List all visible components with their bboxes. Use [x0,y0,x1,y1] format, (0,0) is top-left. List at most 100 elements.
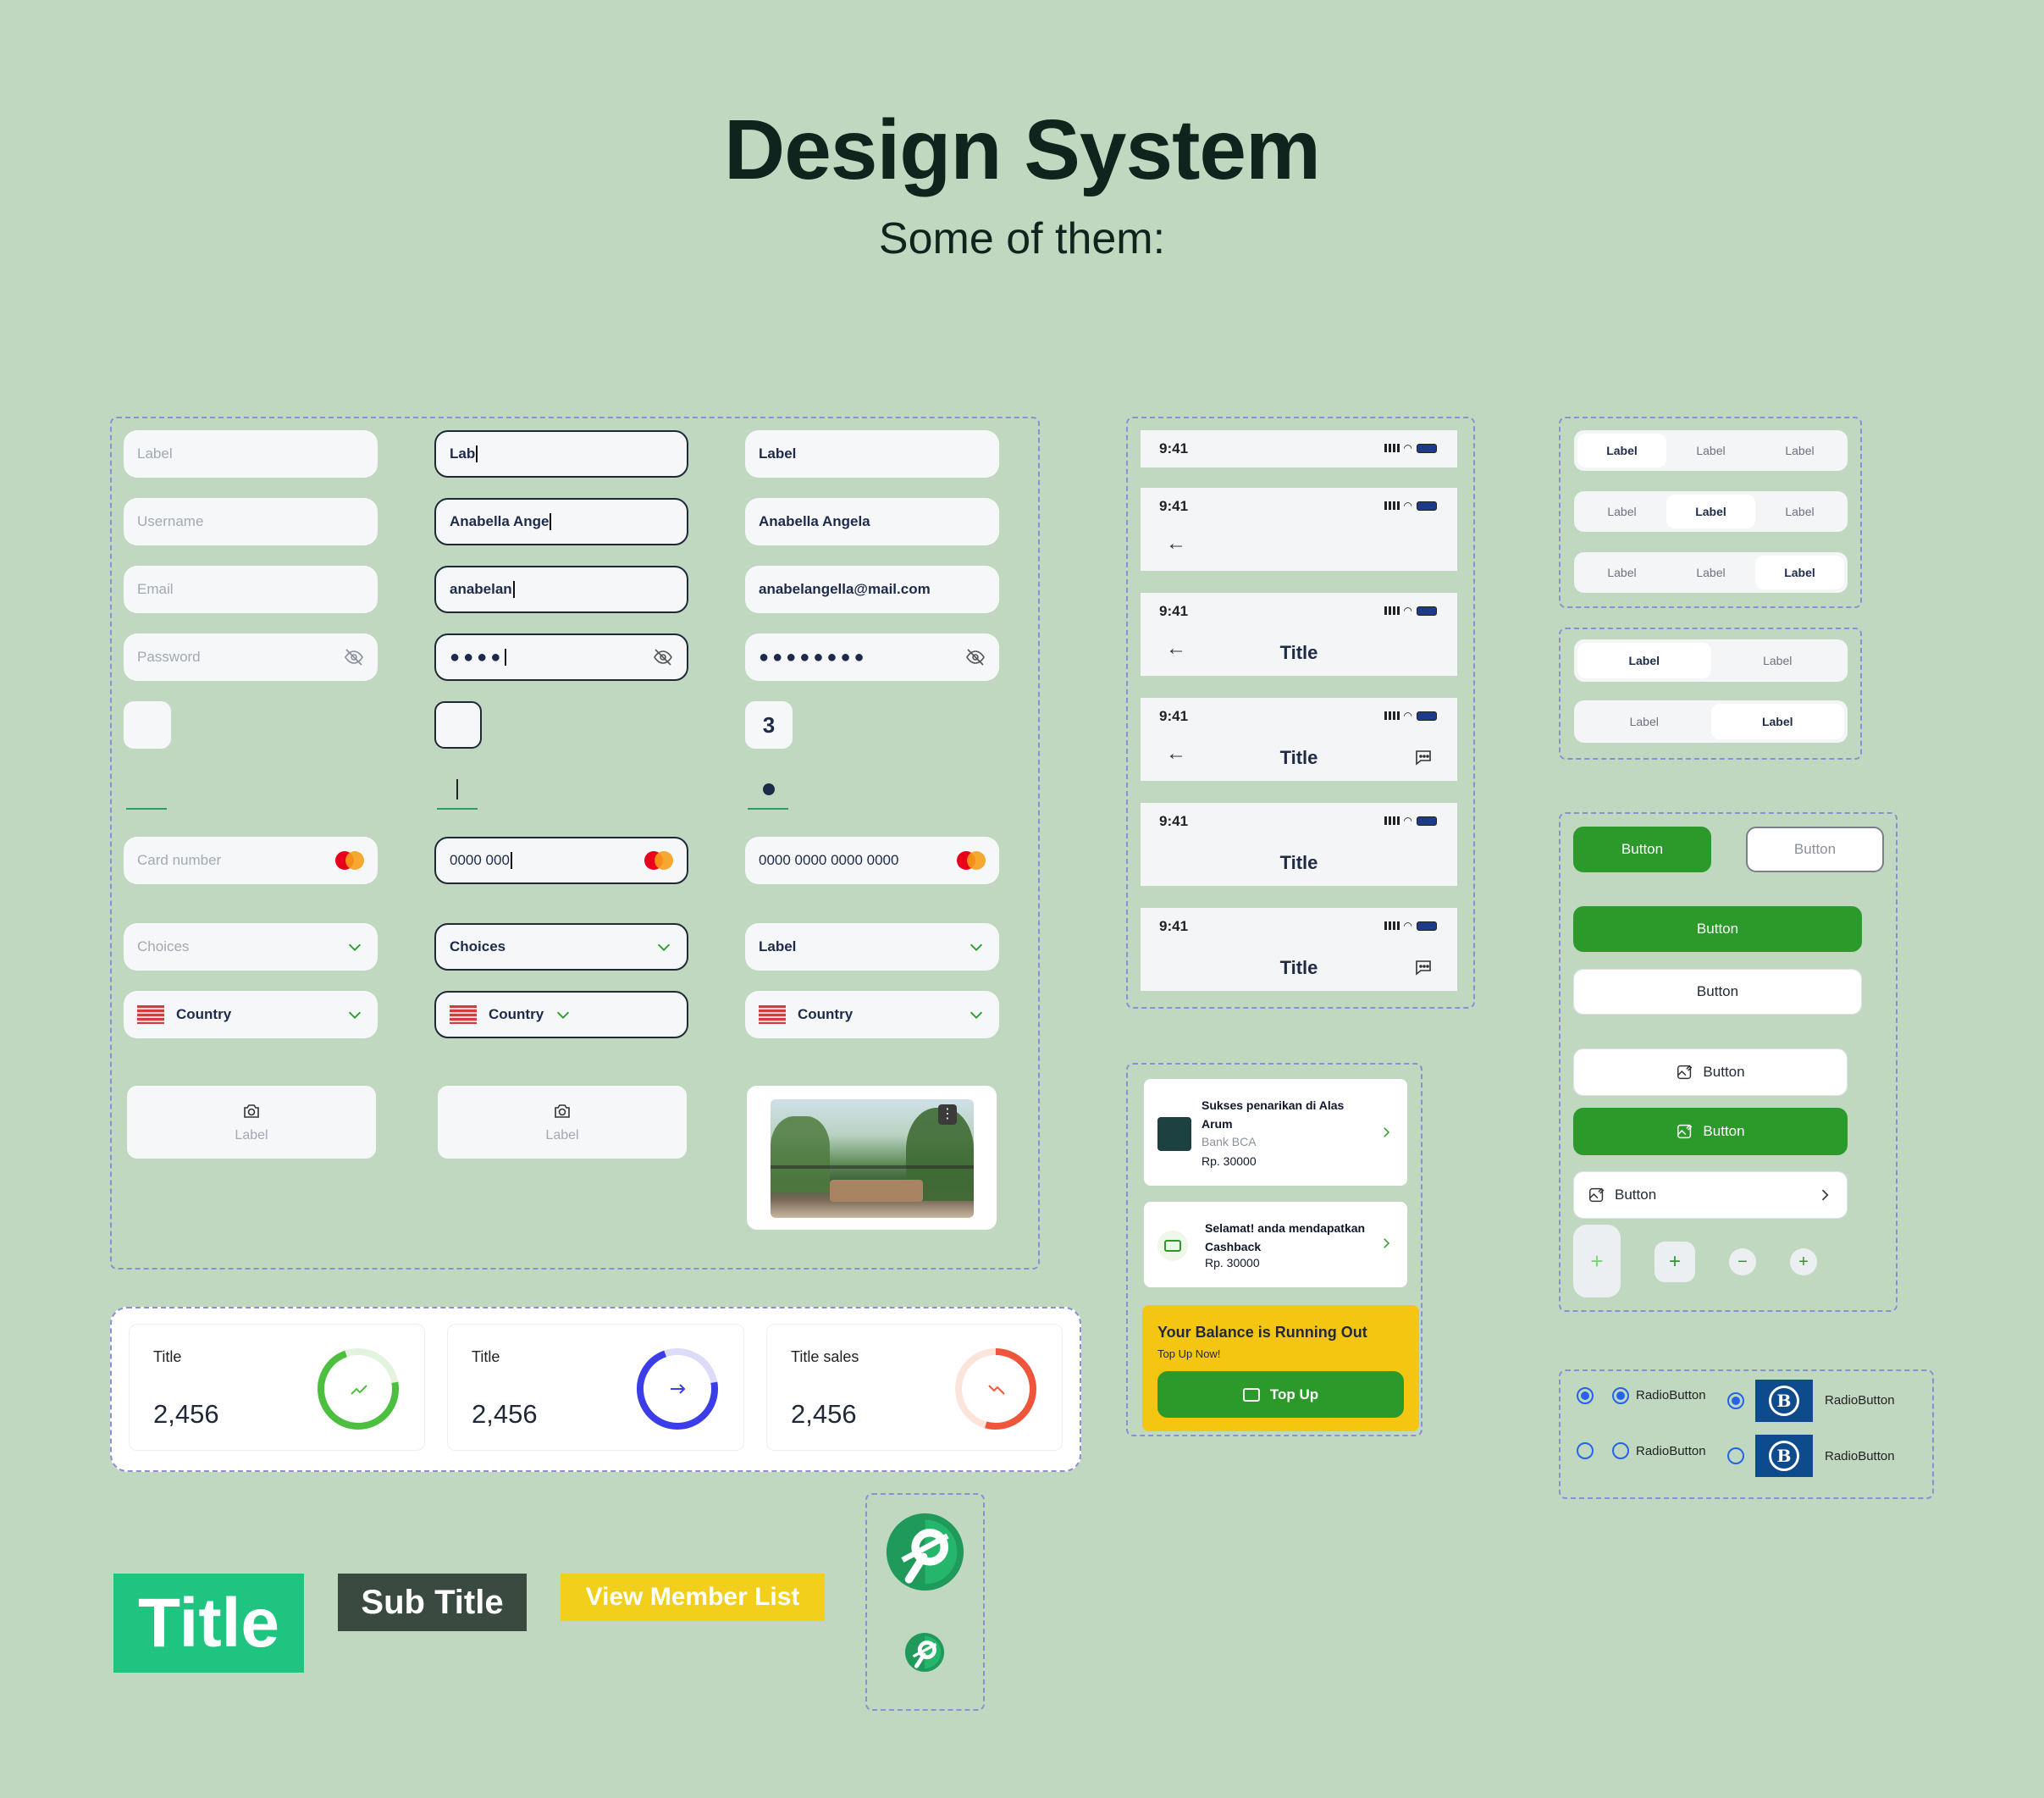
app-bar-back: 9:41 ◠ ← [1141,488,1457,571]
card-input-filled[interactable]: 0000 0000 0000 0000 [745,837,999,884]
stat-title: Title sales [791,1348,859,1365]
radio-button[interactable] [1577,1442,1594,1459]
back-arrow-icon[interactable]: ← [1166,532,1186,556]
upload-box-filled[interactable]: ⋮ [747,1086,997,1230]
tab-item[interactable]: Label [1666,434,1755,467]
banner-sub: Top Up Now! [1157,1347,1221,1360]
card-input-active[interactable]: 0000 000 [434,837,688,884]
chat-icon[interactable] [1413,747,1434,767]
email-input-empty[interactable]: Email [124,566,378,613]
username-input-active[interactable]: Anabella Ange [434,498,688,545]
plus-button[interactable]: + [1655,1242,1695,1282]
country-dropdown-filled[interactable]: Country [745,991,999,1038]
chevron-right-icon [1384,1127,1390,1137]
flag-icon [759,1005,786,1024]
tab-item[interactable]: Label [1711,643,1845,678]
tab-item[interactable]: Label [1755,434,1844,467]
wallet-icon [1242,1387,1260,1402]
app-bar-title-only: 9:41 ◠ Title [1141,803,1457,886]
email-input-filled[interactable]: anabelangella@mail.com [745,566,999,613]
tab-item[interactable]: Label [1577,704,1711,739]
camera-icon [555,1104,570,1118]
choices-dropdown-active[interactable]: Choices [434,923,688,971]
chevron-down-icon [657,943,671,951]
country-dropdown-empty[interactable]: Country [124,991,378,1038]
radio-button[interactable] [1727,1447,1744,1464]
radio-label: RadioButton [1825,1449,1895,1463]
otp-box-active[interactable] [434,701,482,749]
tab-item[interactable]: Label [1577,495,1666,528]
tab-item[interactable]: Label [1666,495,1755,528]
tab-item[interactable]: Label [1577,556,1666,589]
label-input-empty[interactable]: Label [124,430,378,478]
email-input-active[interactable]: anabelan [434,566,688,613]
radio-button-selected[interactable] [1727,1392,1744,1409]
list-button[interactable]: Button [1573,1171,1848,1219]
username-input-empty[interactable]: Username [124,498,378,545]
primary-button-wide[interactable]: Button [1573,906,1862,952]
icon-button-primary[interactable]: Button [1573,1108,1848,1155]
mastercard-icon [644,851,673,870]
eye-off-icon[interactable] [653,647,673,667]
icon-button[interactable]: Button [1573,1048,1848,1096]
progress-ring [955,1348,1036,1430]
otp-box-filled[interactable]: 3 [745,701,793,749]
choices-dropdown-filled[interactable]: Label [745,923,999,971]
tab-item[interactable]: Label [1666,556,1755,589]
bank-logo: B [1755,1380,1813,1422]
outline-button[interactable]: Button [1746,827,1884,872]
notification-card[interactable]: Selamat! anda mendapatkan Cashback Rp. 3… [1144,1202,1407,1287]
chat-icon[interactable] [1413,957,1434,977]
title-tag: Title [113,1574,304,1673]
primary-button[interactable]: Button [1573,827,1711,872]
tab-item[interactable]: Label [1710,704,1844,739]
upload-box-empty[interactable]: Label [127,1086,376,1159]
pin-underline-active[interactable] [437,808,478,810]
password-input-empty[interactable]: Password [124,633,378,681]
country-dropdown-active[interactable]: Country [434,991,688,1038]
minus-button[interactable]: − [1729,1248,1756,1275]
pin-underline-empty[interactable] [126,808,167,810]
flag-icon [450,1005,477,1024]
upload-box-hover[interactable]: Label [438,1086,687,1159]
tab-item[interactable]: Label [1577,434,1666,467]
stat-title: Title [153,1348,182,1365]
tab-item[interactable]: Label [1577,643,1711,678]
plus-fab-large[interactable]: + [1573,1225,1621,1297]
app-bar-title: Title [1279,957,1318,978]
eye-off-icon[interactable] [965,647,986,667]
app-bar-title: Title [1279,747,1318,768]
page-subtitle: Some of them: [878,214,1166,263]
stat-card: Title 2,456 [447,1324,744,1451]
segmented-control-3: Label Label Label [1574,552,1848,593]
username-input-filled[interactable]: Anabella Angela [745,498,999,545]
password-input-filled[interactable]: ●●●●●●●● [745,633,999,681]
image-edit-icon [1677,1065,1693,1080]
more-icon[interactable]: ⋮ [938,1104,957,1125]
plus-small-button[interactable]: + [1790,1248,1817,1275]
secondary-button-wide[interactable]: Button [1573,969,1862,1015]
cash-icon [1157,1231,1188,1261]
label-input-filled[interactable]: Label [745,430,999,478]
notification-card[interactable]: Sukses penarikan di Alas Arum Bank BCA R… [1144,1079,1407,1186]
radio-label: RadioButton [1636,1444,1706,1458]
label-input-active[interactable]: Lab [434,430,688,478]
banner-title: Your Balance is Running Out [1157,1324,1367,1341]
choices-dropdown-empty[interactable]: Choices [124,923,378,971]
tab-item[interactable]: Label [1755,495,1844,528]
pin-underline-filled[interactable] [748,808,788,810]
app-bar-title: Title [1279,642,1318,663]
tab-item[interactable]: Label [1755,556,1844,589]
stat-card: Title 2,456 [129,1324,425,1451]
progress-ring [637,1348,718,1430]
top-up-button[interactable]: Top Up [1157,1371,1404,1418]
radio-button[interactable] [1612,1442,1629,1459]
radio-button-selected[interactable] [1577,1387,1594,1404]
card-input-empty[interactable]: Card number [124,837,378,884]
otp-box-empty[interactable] [124,701,171,749]
radio-button-selected[interactable] [1612,1387,1629,1404]
view-member-list-link[interactable]: View Member List [561,1574,825,1621]
radio-label: RadioButton [1636,1388,1706,1402]
eye-off-icon[interactable] [344,647,364,667]
password-input-active[interactable]: ●●●● [434,633,688,681]
